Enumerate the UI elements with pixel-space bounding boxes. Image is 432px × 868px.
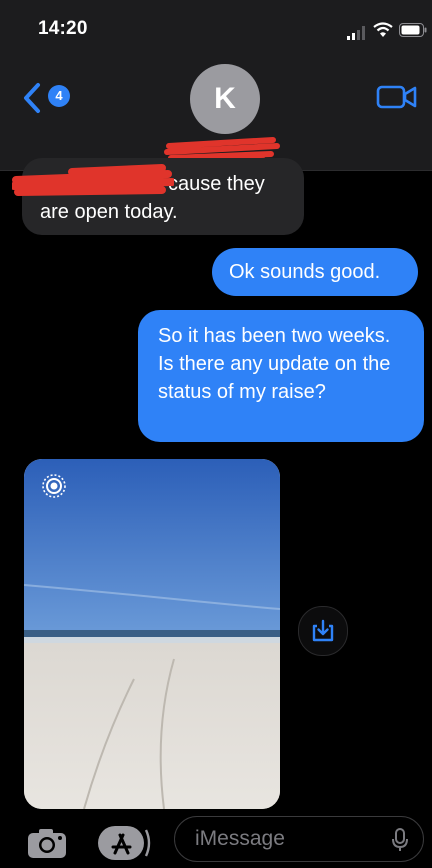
conversation-header: 4 K	[0, 60, 432, 171]
cellular-signal-icon	[347, 26, 365, 40]
app-store-icon[interactable]	[98, 826, 152, 860]
status-bar: 14:20	[0, 0, 432, 60]
video-call-icon[interactable]	[376, 83, 418, 111]
imessage-placeholder: iMessage	[195, 827, 285, 850]
contact-avatar[interactable]: K	[190, 64, 260, 134]
message-text: Ok sounds good.	[229, 261, 381, 283]
sent-message-bubble[interactable]: Ok sounds good.	[212, 248, 418, 296]
message-text: So it has been two weeks. Is there any u…	[158, 325, 391, 403]
imessage-input[interactable]: iMessage	[174, 816, 424, 862]
beach-photo	[24, 459, 280, 809]
camera-icon[interactable]	[26, 826, 68, 860]
live-photo-icon[interactable]	[40, 472, 68, 500]
wifi-icon	[373, 22, 393, 37]
redaction-scribble	[12, 164, 174, 196]
status-time: 14:20	[38, 18, 88, 39]
photo-attachment[interactable]	[24, 459, 280, 809]
unread-count-badge[interactable]: 4	[48, 85, 70, 107]
sent-message-bubble[interactable]: So it has been two weeks. Is there any u…	[138, 310, 424, 442]
save-photo-icon	[312, 619, 334, 642]
microphone-icon[interactable]	[391, 828, 409, 852]
battery-icon	[399, 23, 427, 37]
save-photo-button[interactable]	[298, 606, 348, 656]
